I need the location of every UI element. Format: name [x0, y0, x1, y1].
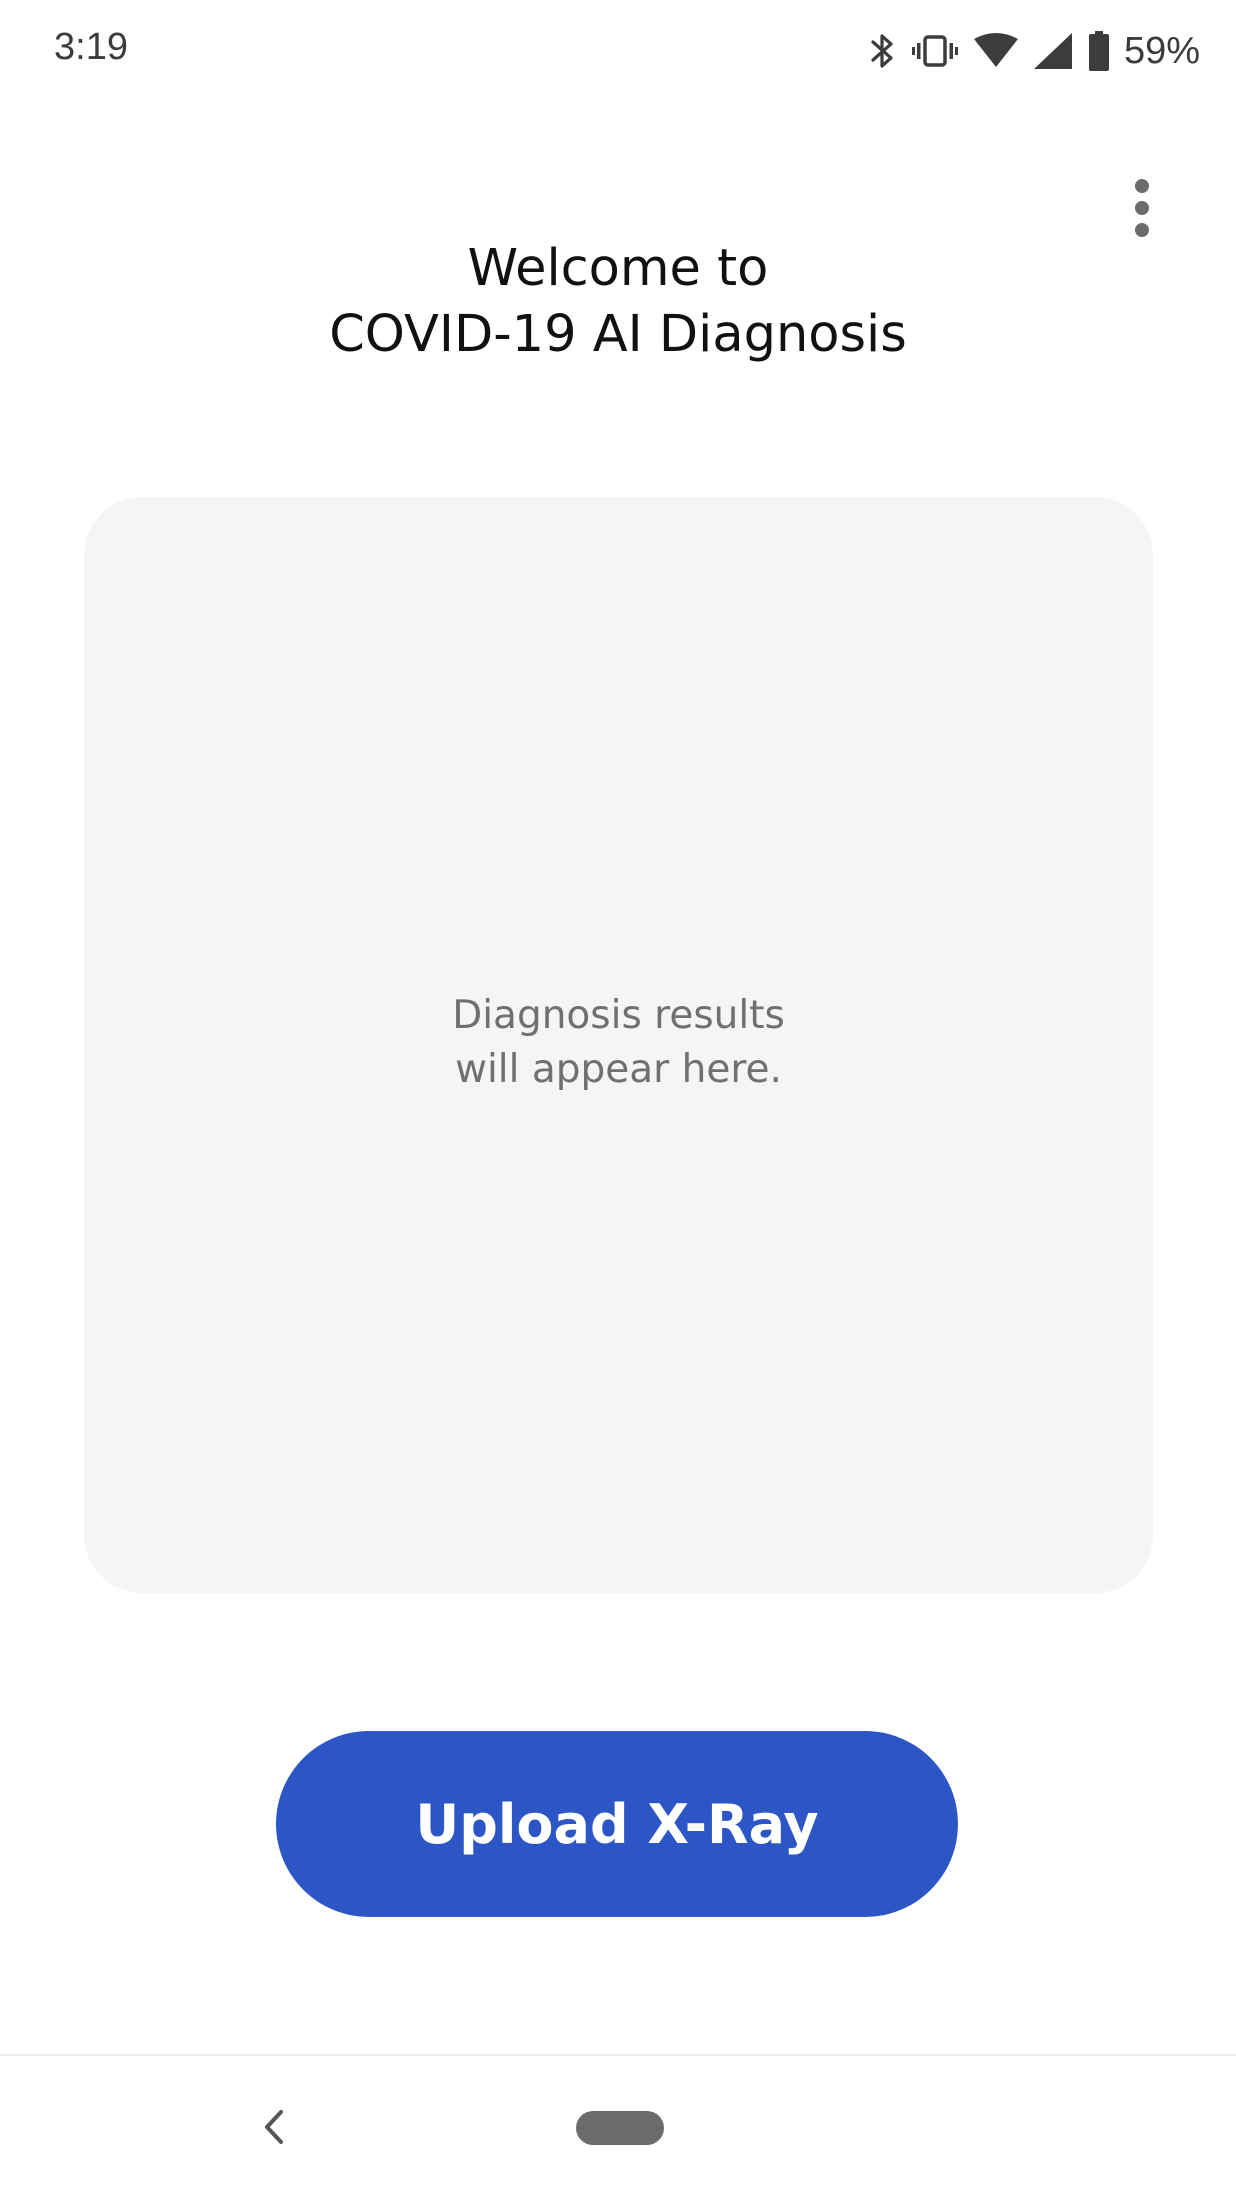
- status-time: 3:19: [54, 26, 128, 68]
- status-icons: 59%: [854, 24, 1200, 78]
- vibrate-icon: [911, 31, 958, 71]
- cell-signal-icon: [1033, 33, 1072, 69]
- wifi-icon: [973, 33, 1018, 69]
- home-pill-icon[interactable]: [576, 2111, 664, 2145]
- placeholder-line-1: Diagnosis results: [452, 993, 785, 1038]
- page-title: Welcome to COVID-19 AI Diagnosis: [0, 236, 1236, 368]
- battery-percent: 59%: [1123, 29, 1200, 72]
- app-screen: 3:19 59% Welcome to COVID-19 AI Diagnosi…: [0, 0, 1236, 2196]
- back-chevron-icon[interactable]: [254, 2102, 294, 2152]
- bluetooth-icon: [870, 31, 896, 71]
- result-placeholder-text: Diagnosis results will appear here.: [84, 989, 1153, 1097]
- battery-icon: [1088, 31, 1110, 71]
- system-nav-bar: [0, 2054, 1236, 2196]
- title-line-1: Welcome to: [467, 239, 769, 298]
- status-bar: 3:19 59%: [0, 0, 1236, 100]
- placeholder-line-2: will appear here.: [455, 1047, 782, 1092]
- title-line-2: COVID-19 AI Diagnosis: [329, 305, 907, 364]
- diagnosis-result-card: Diagnosis results will appear here.: [84, 497, 1153, 1593]
- upload-xray-button[interactable]: Upload X-Ray: [276, 1731, 958, 1917]
